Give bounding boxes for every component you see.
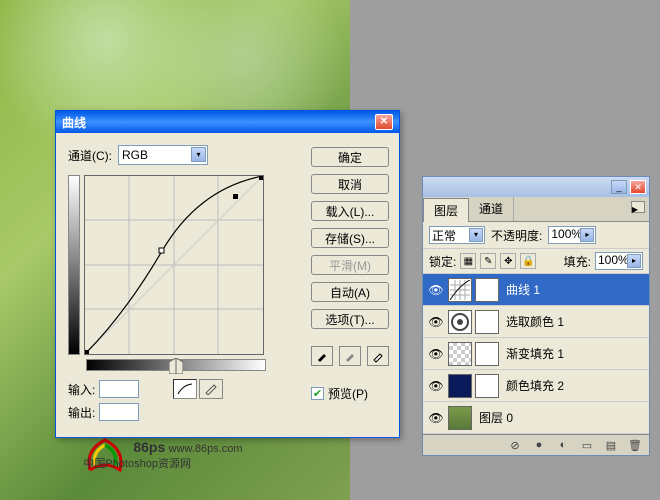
gradient-handle[interactable]	[169, 358, 183, 374]
palette-footer: ⊘ ● ◐ ▭ ▤ 🗑	[423, 434, 649, 455]
layer-name: 颜色填充 2	[506, 377, 564, 394]
input-gradient	[86, 359, 266, 371]
watermark-brand: 86ps	[133, 439, 165, 455]
visibility-icon[interactable]: 👁	[427, 281, 445, 299]
visibility-icon[interactable]: 👁	[427, 313, 445, 331]
layer-name: 渐变填充 1	[506, 345, 564, 362]
tab-layers[interactable]: 图层	[423, 198, 469, 222]
selcolor-thumb-icon	[448, 310, 472, 334]
curves-thumb-icon	[448, 278, 472, 302]
layer-row[interactable]: 👁 颜色填充 2	[423, 370, 649, 402]
curves-title: 曲线	[62, 114, 86, 131]
load-button[interactable]: 载入(L)...	[311, 201, 389, 221]
blend-mode-select[interactable]: 正常 ▾	[429, 226, 485, 244]
image-thumb-icon	[448, 406, 472, 430]
close-icon[interactable]: ✕	[375, 114, 393, 130]
layer-row[interactable]: 👁 选取颜色 1	[423, 306, 649, 338]
output-value[interactable]	[99, 403, 139, 421]
gray-dropper-icon[interactable]	[339, 346, 361, 366]
layer-name: 选取颜色 1	[506, 313, 564, 330]
ok-button[interactable]: 确定	[311, 147, 389, 167]
gradfill-thumb-icon	[448, 342, 472, 366]
colorfill-thumb-icon	[448, 374, 472, 398]
tab-channels[interactable]: 通道	[469, 197, 514, 221]
layer-name: 曲线 1	[506, 281, 540, 298]
layer-row[interactable]: 👁 渐变填充 1	[423, 338, 649, 370]
palette-titlebar[interactable]: _ ✕	[423, 177, 649, 197]
layer-row[interactable]: 👁 图层 0	[423, 402, 649, 434]
lock-all-icon[interactable]: 🔒	[520, 253, 536, 269]
opacity-input[interactable]: 100% ▸	[548, 226, 596, 244]
lock-brush-icon[interactable]: ✎	[480, 253, 496, 269]
layer-mask-thumb	[475, 278, 499, 302]
visibility-icon[interactable]: 👁	[427, 409, 445, 427]
layer-mask-thumb	[475, 310, 499, 334]
trash-icon[interactable]: 🗑	[627, 438, 643, 452]
black-dropper-icon[interactable]	[311, 346, 333, 366]
white-dropper-icon[interactable]	[367, 346, 389, 366]
layer-row[interactable]: 👁 曲线 1	[423, 274, 649, 306]
watermark-tagline: 中国Photoshop资源网	[83, 455, 242, 471]
curve-graph[interactable]	[84, 175, 264, 355]
save-button[interactable]: 存储(S)...	[311, 228, 389, 248]
auto-button[interactable]: 自动(A)	[311, 282, 389, 302]
watermark-url: www.86ps.com	[169, 443, 243, 455]
curves-dialog: 曲线 ✕ 通道(C): ▾	[55, 110, 400, 438]
mask-icon[interactable]: ◐	[555, 438, 571, 452]
input-label: 输入:	[68, 381, 95, 398]
fx-icon[interactable]: ●	[531, 438, 547, 452]
folder-icon[interactable]: ▭	[579, 438, 595, 452]
fill-label: 填充:	[564, 253, 591, 270]
curve-pencil-tool[interactable]	[199, 379, 223, 399]
chevron-right-icon[interactable]: ▸	[580, 228, 594, 242]
palette-close-icon[interactable]: ✕	[630, 180, 646, 194]
output-gradient	[68, 175, 80, 355]
layers-palette: _ ✕ 图层 通道 ▸ 正常 ▾ 不透明度: 100% ▸ 锁定: ▦ ✎ ✥ …	[422, 176, 650, 456]
fill-input[interactable]: 100% ▸	[595, 252, 643, 270]
chevron-right-icon[interactable]: ▸	[627, 254, 641, 268]
new-layer-icon[interactable]: ▤	[603, 438, 619, 452]
visibility-icon[interactable]: 👁	[427, 345, 445, 363]
preview-label: 预览(P)	[328, 385, 368, 402]
layer-list: 👁 曲线 1 👁 选取颜色 1 👁 渐变填充 1 👁 颜色填充 2 👁 图层	[423, 274, 649, 434]
input-value[interactable]	[99, 380, 139, 398]
channel-label: 通道(C):	[68, 147, 112, 164]
lock-label: 锁定:	[429, 253, 456, 270]
opacity-label: 不透明度:	[491, 227, 542, 244]
lock-transparent-icon[interactable]: ▦	[460, 253, 476, 269]
visibility-icon[interactable]: 👁	[427, 377, 445, 395]
output-label: 输出:	[68, 404, 95, 421]
minimize-icon[interactable]: _	[611, 180, 627, 194]
layer-name: 图层 0	[479, 409, 513, 426]
curves-titlebar[interactable]: 曲线 ✕	[56, 111, 399, 133]
options-button[interactable]: 选项(T)...	[311, 309, 389, 329]
layer-mask-thumb	[475, 374, 499, 398]
link-icon[interactable]: ⊘	[507, 438, 523, 452]
palette-menu-icon[interactable]: ▸	[631, 201, 645, 213]
lock-move-icon[interactable]: ✥	[500, 253, 516, 269]
preview-checkbox[interactable]: ✔	[311, 387, 324, 400]
chevron-down-icon[interactable]: ▾	[191, 147, 206, 162]
chevron-down-icon[interactable]: ▾	[469, 228, 483, 242]
cancel-button[interactable]: 取消	[311, 174, 389, 194]
layer-mask-thumb	[475, 342, 499, 366]
curve-point-tool[interactable]	[173, 379, 197, 399]
palette-tabs: 图层 通道 ▸	[423, 197, 649, 222]
smooth-button[interactable]: 平滑(M)	[311, 255, 389, 275]
